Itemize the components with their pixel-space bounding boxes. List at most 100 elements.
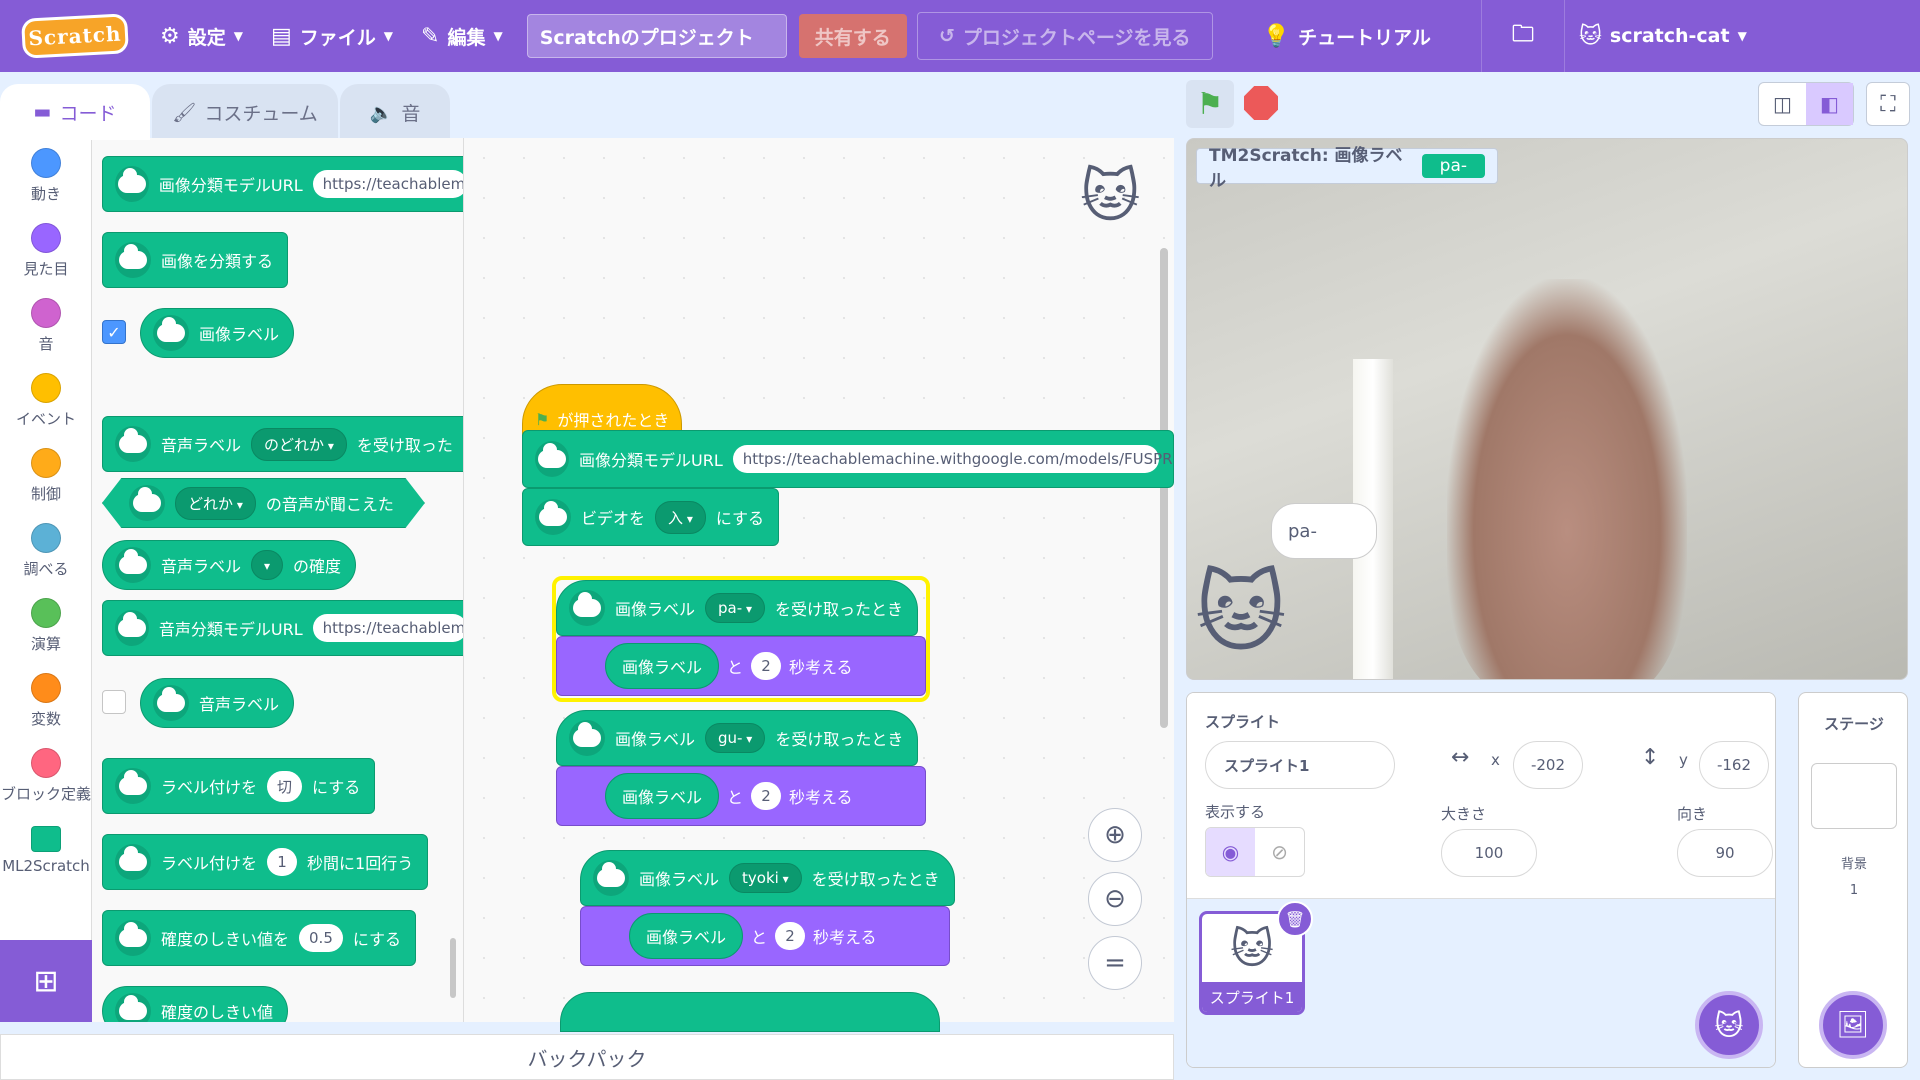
direction-input[interactable]: 90 bbox=[1677, 829, 1773, 877]
fullscreen-icon: ⛶ bbox=[1880, 91, 1896, 117]
horizontal-arrow-icon: ↔ bbox=[1451, 745, 1470, 770]
palette-labeling-interval-block[interactable]: ラベル付けを 1 秒間に1回行う bbox=[102, 834, 429, 890]
add-backdrop-button[interactable]: 🖼 bbox=[1819, 991, 1887, 1059]
zoom-reset-button[interactable]: = bbox=[1088, 936, 1142, 990]
think-block-pa[interactable]: 画像ラベルと 2 秒考える bbox=[556, 636, 926, 696]
category-motion[interactable]: 動き bbox=[0, 138, 92, 213]
img-label-checkbox[interactable]: ✓ bbox=[102, 320, 126, 344]
fullscreen-button[interactable]: ⛶ bbox=[1866, 82, 1910, 126]
when-label-received-block-pa[interactable]: 画像ラベルpa-を受け取ったとき bbox=[556, 580, 919, 636]
when-label-received-block-gu[interactable]: 画像ラベルgu-を受け取ったとき bbox=[556, 710, 919, 766]
tab-sounds[interactable]: 🔈 音 bbox=[340, 84, 450, 140]
when-label-received-block-tyoki[interactable]: 画像ラベルtyokiを受け取ったとき bbox=[580, 850, 955, 906]
palette-labeling-toggle-block[interactable]: ラベル付けを切にする bbox=[102, 758, 376, 814]
delete-sprite-button[interactable]: 🗑 bbox=[1277, 901, 1313, 937]
file-menu[interactable]: ▤ ファイル ▼ bbox=[257, 0, 407, 72]
category-looks[interactable]: 見た目 bbox=[0, 213, 92, 288]
palette-sound-confidence-reporter[interactable]: 音声ラベルの確度 bbox=[102, 540, 357, 590]
script-area[interactable]: 🐱 ⚑ が押されたとき 画像分類モデルURL https://teachablema… bbox=[464, 138, 1174, 1032]
scratch-cat-sprite[interactable]: 🐱 bbox=[1195, 569, 1287, 657]
green-flag-icon: ⚑ bbox=[1196, 86, 1224, 122]
category-events[interactable]: イベント bbox=[0, 363, 92, 438]
account-menu[interactable]: 🐱 scratch-cat ▼ bbox=[1565, 0, 1761, 72]
add-extension-button[interactable]: ⊞ bbox=[0, 940, 92, 1022]
speaker-icon: 🔈 bbox=[369, 101, 394, 124]
folder-icon: 🗀 bbox=[1511, 22, 1534, 47]
category-operators[interactable]: 演算 bbox=[0, 588, 92, 663]
file-icon: ▤ bbox=[270, 23, 292, 49]
eye-icon: ◉ bbox=[1221, 840, 1240, 864]
edit-menu[interactable]: ✎ 編集 ▼ bbox=[407, 0, 517, 72]
palette-sound-label-reporter[interactable]: 音声ラベル bbox=[140, 678, 295, 728]
video-on-block[interactable]: ビデオを入にする bbox=[522, 488, 780, 546]
backdrops-count: 1 bbox=[1849, 883, 1859, 898]
category-sound[interactable]: 音 bbox=[0, 288, 92, 363]
see-project-page-button[interactable]: ↺ プロジェクトページを見る bbox=[916, 12, 1213, 60]
stop-button[interactable] bbox=[1244, 86, 1278, 120]
zoom-out-button[interactable]: ⊖ bbox=[1088, 872, 1142, 926]
category-variables[interactable]: 変数 bbox=[0, 663, 92, 738]
palette-classify-block[interactable]: 画像を分類する bbox=[102, 232, 289, 288]
show-button[interactable]: ◉ bbox=[1206, 828, 1255, 876]
vertical-scrollbar[interactable] bbox=[1160, 248, 1168, 728]
think-block-gu[interactable]: 画像ラベルと 2 秒考える bbox=[556, 766, 926, 826]
scratch-logo[interactable]: Scratch bbox=[21, 13, 129, 59]
add-sprite-button[interactable]: 🐱 bbox=[1695, 991, 1763, 1059]
vertical-arrow-icon: ↕ bbox=[1641, 745, 1660, 770]
normal-stage-button[interactable]: ◧ bbox=[1806, 83, 1853, 125]
stage-canvas[interactable]: pa- 🐱 bbox=[1186, 138, 1908, 680]
green-flag-button[interactable]: ⚑ bbox=[1186, 80, 1234, 128]
visibility-toggle: ◉ ⊘ bbox=[1205, 827, 1305, 877]
category-dot bbox=[31, 147, 61, 178]
y-input[interactable]: -162 bbox=[1699, 741, 1769, 789]
sprite-cat-icon: 🐱 bbox=[1080, 162, 1141, 230]
size-input[interactable]: 100 bbox=[1441, 829, 1537, 877]
hide-button[interactable]: ⊘ bbox=[1255, 828, 1304, 876]
project-title-input[interactable]: Scratchのプロジェクト bbox=[526, 14, 787, 58]
variable-monitor[interactable]: TM2Scratch: 画像ラベル pa- bbox=[1196, 146, 1498, 191]
script-img-model-url-block[interactable]: 画像分類モデルURL https://teachablemachine.withg… bbox=[522, 430, 1174, 488]
category-menu: 動き 見た目 音 イベント 制御 調べる 演算 変数 ブロック定義 ML2Scr… bbox=[0, 138, 92, 940]
tab-costumes[interactable]: 🖌 コスチューム bbox=[152, 84, 338, 140]
category-my-blocks[interactable]: ブロック定義 bbox=[0, 738, 92, 813]
sound-label-checkbox[interactable] bbox=[102, 690, 126, 714]
avatar-icon: 🐱 bbox=[1578, 23, 1602, 49]
palette-sound-model-url-block[interactable]: 音声分類モデルURL https://teachablem bbox=[102, 600, 463, 656]
stage-selector[interactable]: ステージ 背景 1 🖼 bbox=[1798, 692, 1908, 1068]
share-button[interactable]: 共有する bbox=[798, 14, 907, 58]
zoom-in-icon: ⊕ bbox=[1104, 820, 1126, 850]
palette-threshold-reporter[interactable]: 確度のしきい値 bbox=[102, 986, 289, 1022]
lightbulb-icon: 💡 bbox=[1262, 23, 1291, 49]
category-ml2scratch[interactable]: ML2Scratch bbox=[0, 813, 92, 888]
partial-block[interactable] bbox=[560, 992, 940, 1032]
palette-scrollbar[interactable] bbox=[450, 938, 456, 998]
palette-sound-label-hat[interactable]: 音声ラベルのどれかを受け取った bbox=[102, 416, 463, 472]
y-label: y bbox=[1679, 751, 1688, 769]
my-stuff-folder[interactable]: 🗀 bbox=[1482, 0, 1564, 72]
category-sensing[interactable]: 調べる bbox=[0, 513, 92, 588]
sprite-thumb-name: スプライト1 bbox=[1202, 982, 1302, 1012]
backpack[interactable]: バックパック bbox=[0, 1034, 1174, 1080]
sprite-name-input[interactable]: スプライト1 bbox=[1205, 741, 1395, 789]
normal-stage-icon: ◧ bbox=[1820, 92, 1839, 116]
green-flag-icon: ⚑ bbox=[535, 409, 550, 429]
stage-header: ⚑ ◫ ◧ ⛶ bbox=[1174, 72, 1920, 138]
zoom-in-button[interactable]: ⊕ bbox=[1088, 808, 1142, 862]
sprite-pane: スプライト スプライト1 ↔ x -202 ↕ y -162 表示する ◉ ⊘ … bbox=[1186, 692, 1776, 1068]
settings-menu[interactable]: ⚙ 設定 ▼ bbox=[146, 0, 257, 72]
tutorials-menu[interactable]: 💡 チュートリアル bbox=[1249, 0, 1445, 72]
palette-sound-heard-boolean[interactable]: どれかの音声が聞こえた bbox=[102, 478, 425, 528]
backdrop-thumbnail[interactable] bbox=[1811, 763, 1897, 829]
palette-img-model-url-block[interactable]: 画像分類モデルURL https://teachablem bbox=[102, 156, 463, 212]
tab-code[interactable]: ▬ コード bbox=[0, 84, 150, 140]
stage-size-toggle: ◫ ◧ bbox=[1758, 82, 1854, 126]
think-block-tyoki[interactable]: 画像ラベルと 2 秒考える bbox=[580, 906, 950, 966]
zoom-out-icon: ⊖ bbox=[1104, 884, 1126, 914]
zoom-reset-icon: = bbox=[1104, 948, 1126, 978]
x-input[interactable]: -202 bbox=[1513, 741, 1583, 789]
small-stage-button[interactable]: ◫ bbox=[1759, 83, 1806, 125]
palette-img-label-reporter[interactable]: 画像ラベル bbox=[140, 308, 295, 358]
category-control[interactable]: 制御 bbox=[0, 438, 92, 513]
palette-threshold-block[interactable]: 確度のしきい値を 0.5 にする bbox=[102, 910, 417, 966]
sprite-heading: スプライト bbox=[1205, 713, 1281, 731]
